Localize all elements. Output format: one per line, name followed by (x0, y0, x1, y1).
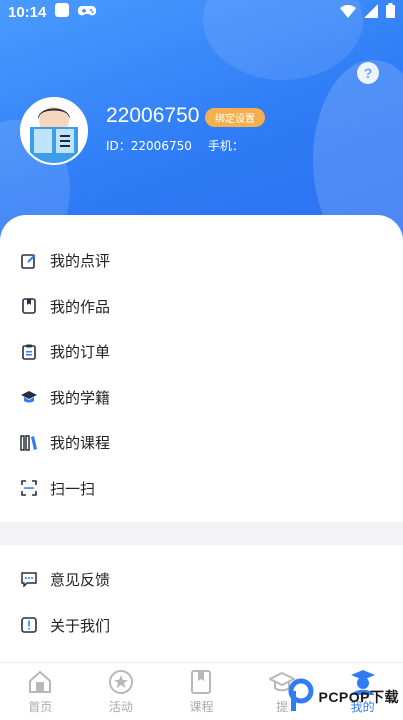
menu-item-label: 扫一扫 (50, 479, 96, 498)
menu-item-student-status[interactable]: 我的学籍 (0, 375, 403, 421)
graduation-cap-icon (20, 388, 38, 406)
gamepad-icon (78, 3, 97, 22)
tab-label: 课程 (189, 700, 214, 714)
home-icon (26, 668, 54, 696)
menu-item-works[interactable]: 我的作品 (0, 284, 403, 330)
wifi-icon (340, 3, 356, 22)
scan-icon (20, 479, 38, 497)
signal-icon (364, 3, 378, 22)
help-icon: ? (363, 65, 373, 81)
menu-item-label: 关于我们 (50, 616, 111, 635)
battery-icon (386, 2, 395, 22)
status-time: 10:14 (8, 3, 47, 21)
menu-item-label: 我的课程 (50, 434, 111, 453)
info-icon (20, 616, 38, 634)
menu-item-scan[interactable]: 扫一扫 (0, 466, 403, 512)
menu-item-label: 我的订单 (50, 343, 111, 362)
avatar[interactable] (20, 97, 88, 165)
watermark-text: PCPOP下载 (318, 689, 399, 705)
menu-item-label: 意见反馈 (50, 570, 111, 589)
tab-label: 活动 (108, 700, 133, 714)
star-icon (107, 668, 135, 696)
tab-label: 首页 (28, 700, 53, 714)
id-text: ID：22006750 (106, 137, 192, 154)
menu-item-label: 我的学籍 (50, 388, 111, 407)
help-button[interactable]: ? (357, 62, 379, 84)
bookmark-icon (20, 297, 38, 315)
secondary-menu-card: 意见反馈 关于我们 (0, 545, 403, 675)
books-icon (20, 434, 38, 452)
menu-item-label: 我的点评 (50, 252, 111, 271)
id-value: 22006750 (130, 139, 192, 153)
id-label: ID： (106, 139, 131, 153)
menu-item-feedback[interactable]: 意见反馈 (0, 556, 403, 602)
tab-label: 提 (276, 700, 289, 714)
tab-home[interactable]: 首页 (0, 663, 81, 720)
bind-settings-badge[interactable]: 绑定设置 (205, 108, 265, 127)
feedback-icon (20, 570, 38, 588)
user-id-line: ID：22006750 手机： (106, 137, 244, 154)
edit-icon (20, 252, 38, 270)
watermark: PCPOP下载 (288, 678, 399, 716)
watermark-logo-icon (288, 678, 314, 716)
app-notification-icon (54, 2, 70, 22)
clipboard-icon (20, 343, 38, 361)
phone-label: 手机： (207, 139, 244, 153)
tab-activity[interactable]: 活动 (81, 663, 162, 720)
profile-header: 10:14 ? 22006750 绑定设置 ID：22006750 手机： (0, 0, 403, 250)
menu-item-reviews[interactable]: 我的点评 (0, 238, 403, 284)
tab-courses[interactable]: 课程 (161, 663, 242, 720)
book-icon (187, 668, 215, 696)
user-number: 22006750 (106, 104, 200, 127)
menu-item-about[interactable]: 关于我们 (0, 602, 403, 648)
status-bar: 10:14 (0, 0, 403, 24)
menu-item-orders[interactable]: 我的订单 (0, 329, 403, 375)
menu-item-label: 我的作品 (50, 297, 111, 316)
menu-card: 我的点评 我的作品 我的订单 我的学籍 我的课程 扫一扫 (0, 215, 403, 522)
menu-item-courses[interactable]: 我的课程 (0, 420, 403, 466)
